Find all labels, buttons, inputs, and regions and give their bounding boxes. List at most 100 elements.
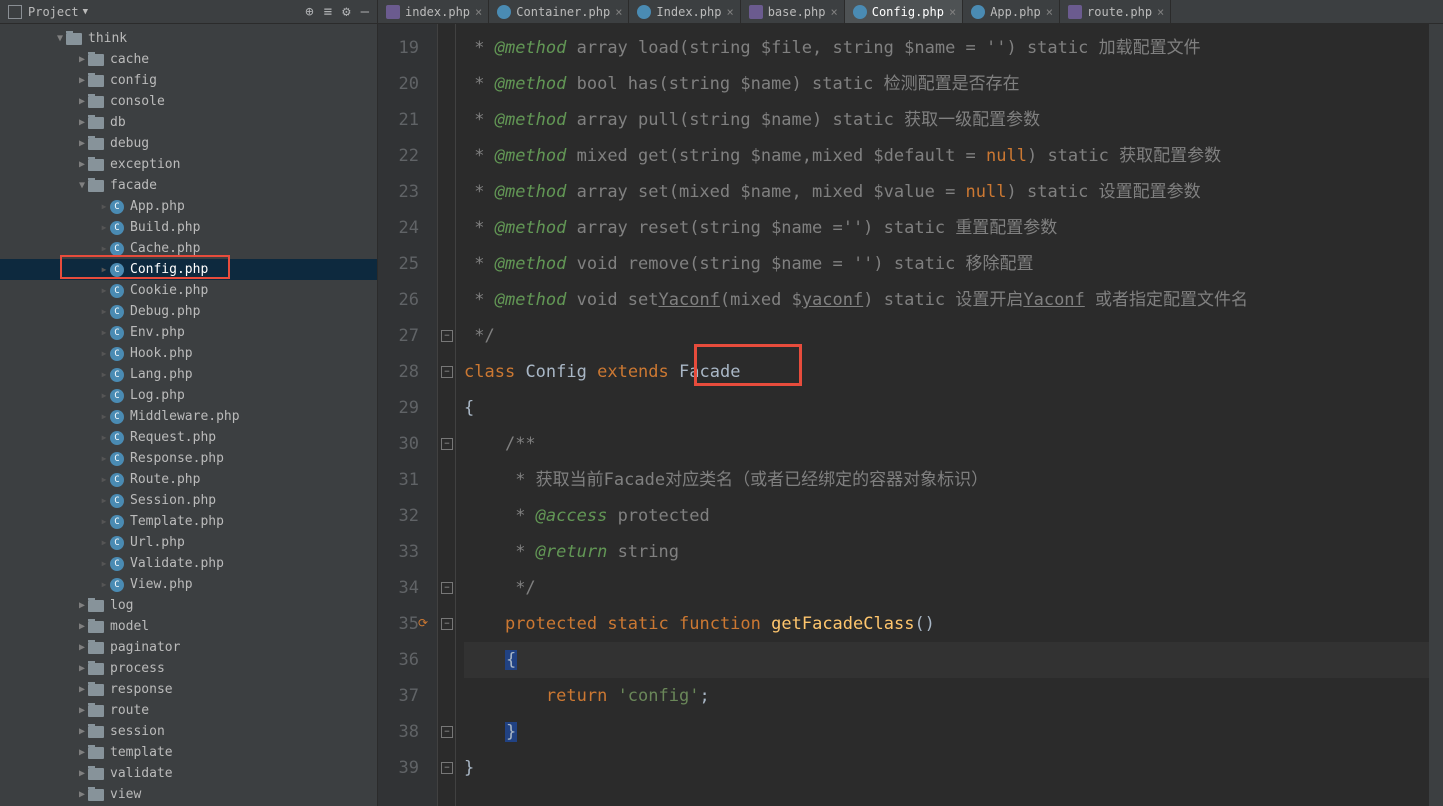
editor-tab[interactable]: Index.php× <box>629 0 740 23</box>
fold-marker-icon[interactable]: − <box>441 330 453 342</box>
hide-icon[interactable]: — <box>361 4 369 20</box>
expand-arrow-icon[interactable]: ▶ <box>76 705 88 716</box>
code-line[interactable]: * @method array reset(string $name ='') … <box>464 210 1443 246</box>
code-line[interactable]: protected static function getFacadeClass… <box>464 606 1443 642</box>
close-icon[interactable]: × <box>1157 5 1164 19</box>
expand-arrow-icon[interactable]: ▶ <box>76 54 88 65</box>
fold-marker-icon[interactable]: − <box>441 438 453 450</box>
tree-file[interactable]: ▶CTemplate.php <box>0 511 377 532</box>
tree-folder[interactable]: ▶model <box>0 616 377 637</box>
tree-file[interactable]: ▶CValidate.php <box>0 553 377 574</box>
editor-tab[interactable]: base.php× <box>741 0 845 23</box>
code-line[interactable]: class Config extends Facade <box>464 354 1443 390</box>
gear-icon[interactable]: ⚙ <box>342 4 350 20</box>
expand-arrow-icon[interactable]: ▶ <box>76 642 88 653</box>
editor-tab[interactable]: Container.php× <box>489 0 629 23</box>
fold-marker-icon[interactable]: − <box>441 726 453 738</box>
tree-file[interactable]: ▶CHook.php <box>0 343 377 364</box>
tree-file[interactable]: ▶CRequest.php <box>0 427 377 448</box>
expand-arrow-icon[interactable]: ▶ <box>76 684 88 695</box>
code-area[interactable]: * @method array load(string $file, strin… <box>456 24 1443 806</box>
close-icon[interactable]: × <box>475 5 482 19</box>
fold-marker-icon[interactable]: − <box>441 618 453 630</box>
scrollbar[interactable] <box>1429 24 1443 806</box>
tree-folder[interactable]: ▶view <box>0 784 377 805</box>
tree-folder[interactable]: ▶route <box>0 700 377 721</box>
tree-file[interactable]: ▶CMiddleware.php <box>0 406 377 427</box>
tree-folder[interactable]: ▶cache <box>0 49 377 70</box>
expand-arrow-icon[interactable]: ▶ <box>76 789 88 800</box>
code-line[interactable]: * @method void remove(string $name = '')… <box>464 246 1443 282</box>
code-line[interactable]: { <box>464 642 1443 678</box>
target-icon[interactable]: ⊕ <box>305 4 313 20</box>
expand-arrow-icon[interactable]: ▶ <box>76 768 88 779</box>
tree-folder[interactable]: ▼facade <box>0 175 377 196</box>
expand-arrow-icon[interactable]: ▼ <box>54 33 66 44</box>
tree-file[interactable]: ▶CLog.php <box>0 385 377 406</box>
tree-folder[interactable]: ▶process <box>0 658 377 679</box>
code-line[interactable]: } <box>464 714 1443 750</box>
close-icon[interactable]: × <box>949 5 956 19</box>
editor-tab[interactable]: App.php× <box>963 0 1060 23</box>
editor[interactable]: 1920212223242526272829303132333435363738… <box>378 24 1443 806</box>
editor-tab[interactable]: index.php× <box>378 0 489 23</box>
editor-tab[interactable]: Config.php× <box>845 0 963 23</box>
collapse-icon[interactable]: ≡ <box>324 4 332 20</box>
tree-file[interactable]: ▶CResponse.php <box>0 448 377 469</box>
code-line[interactable]: * @method array load(string $file, strin… <box>464 30 1443 66</box>
fold-marker-icon[interactable]: − <box>441 762 453 774</box>
expand-arrow-icon[interactable]: ▶ <box>76 96 88 107</box>
expand-arrow-icon[interactable]: ▶ <box>76 663 88 674</box>
code-line[interactable]: */ <box>464 570 1443 606</box>
project-tree[interactable]: ▼think▶cache▶config▶console▶db▶debug▶exc… <box>0 24 377 806</box>
tree-folder[interactable]: ▶log <box>0 595 377 616</box>
code-line[interactable]: * @return string <box>464 534 1443 570</box>
tree-file[interactable]: ▶CConfig.php <box>0 259 377 280</box>
tree-file[interactable]: ▶CCookie.php <box>0 280 377 301</box>
close-icon[interactable]: × <box>1046 5 1053 19</box>
tree-folder[interactable]: ▶session <box>0 721 377 742</box>
expand-arrow-icon[interactable]: ▶ <box>76 75 88 86</box>
tree-folder[interactable]: ▶template <box>0 742 377 763</box>
override-marker-icon[interactable]: ⟳ <box>418 616 428 630</box>
code-line[interactable]: * @access protected <box>464 498 1443 534</box>
tree-folder[interactable]: ▶paginator <box>0 637 377 658</box>
tree-folder[interactable]: ▶config <box>0 70 377 91</box>
tree-file[interactable]: ▶CUrl.php <box>0 532 377 553</box>
code-line[interactable]: * 获取当前Facade对应类名（或者已经绑定的容器对象标识） <box>464 462 1443 498</box>
tree-folder[interactable]: ▶exception <box>0 154 377 175</box>
fold-marker-icon[interactable]: − <box>441 582 453 594</box>
code-line[interactable]: * @method bool has(string $name) static … <box>464 66 1443 102</box>
code-line[interactable]: * @method array set(mixed $name, mixed $… <box>464 174 1443 210</box>
fold-marker-icon[interactable]: − <box>441 366 453 378</box>
tree-folder[interactable]: ▶debug <box>0 133 377 154</box>
expand-arrow-icon[interactable]: ▶ <box>76 747 88 758</box>
code-line[interactable]: return 'config'; <box>464 678 1443 714</box>
tree-folder[interactable]: ▶validate <box>0 763 377 784</box>
code-line[interactable]: } <box>464 750 1443 786</box>
tree-file[interactable]: ▶CLang.php <box>0 364 377 385</box>
chevron-down-icon[interactable]: ▼ <box>83 7 88 17</box>
tree-file[interactable]: ▶CBuild.php <box>0 217 377 238</box>
tree-folder[interactable]: ▶db <box>0 112 377 133</box>
expand-arrow-icon[interactable]: ▼ <box>76 180 88 191</box>
tree-file[interactable]: ▶CEnv.php <box>0 322 377 343</box>
editor-tab[interactable]: route.php× <box>1060 0 1171 23</box>
close-icon[interactable]: × <box>830 5 837 19</box>
close-icon[interactable]: × <box>726 5 733 19</box>
tree-file[interactable]: ▶CDebug.php <box>0 301 377 322</box>
code-line[interactable]: * @method array pull(string $name) stati… <box>464 102 1443 138</box>
expand-arrow-icon[interactable]: ▶ <box>76 621 88 632</box>
close-icon[interactable]: × <box>615 5 622 19</box>
code-line[interactable]: /** <box>464 426 1443 462</box>
tree-file[interactable]: ▶CSession.php <box>0 490 377 511</box>
fold-column[interactable]: − − − − − − − <box>438 24 456 806</box>
tree-file[interactable]: ▶CRoute.php <box>0 469 377 490</box>
tree-folder[interactable]: ▶response <box>0 679 377 700</box>
expand-arrow-icon[interactable]: ▶ <box>76 600 88 611</box>
code-line[interactable]: * @method void setYaconf(mixed $yaconf) … <box>464 282 1443 318</box>
tree-file[interactable]: ▶CCache.php <box>0 238 377 259</box>
tree-folder[interactable]: ▶console <box>0 91 377 112</box>
code-line[interactable]: */ <box>464 318 1443 354</box>
tree-file[interactable]: ▶CApp.php <box>0 196 377 217</box>
